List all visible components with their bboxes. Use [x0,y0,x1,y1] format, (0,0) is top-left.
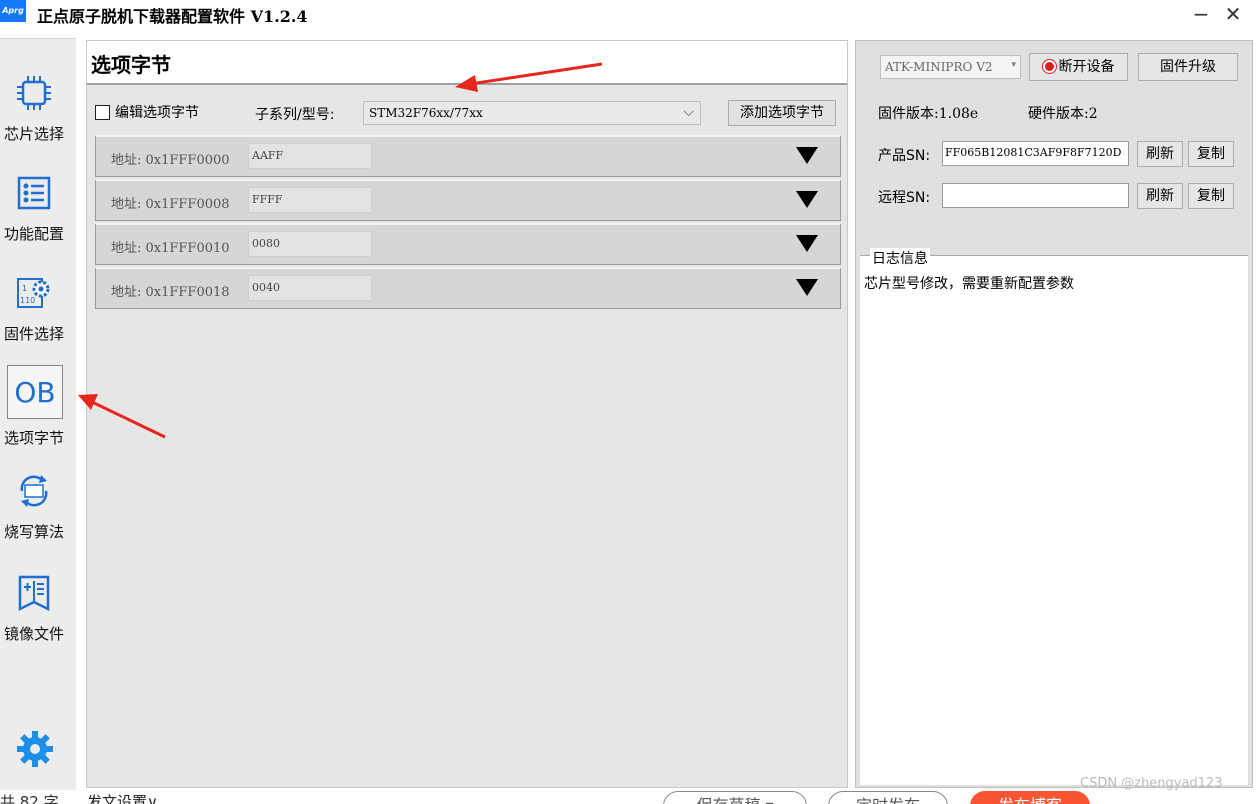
save-draft-button[interactable]: 保存草稿 ▾ [663,791,807,804]
page-title: 选项字节 [91,53,171,77]
sidebar-item-image-file[interactable]: 镜像文件 [0,573,72,663]
option-byte-address: 地址: 0x1FFF0008 [111,197,230,212]
sidebar-item-chip-select[interactable]: 芯片选择 [0,73,72,163]
svg-text:1: 1 [22,284,27,293]
copy-remote-sn-button[interactable]: 复制 [1188,183,1234,209]
image-file-icon [18,575,50,612]
option-byte-row: 地址: 0x1FFF0018 0040 [95,267,841,309]
remote-sn-field[interactable] [942,183,1129,208]
product-sn-label: 产品SN: [878,148,931,164]
blog-editor-footer: 共 82 字 发文设置∨ 保存草稿 ▾ 定时发布 发布博客 [0,790,1256,804]
chevron-down-icon: ▾ [1011,60,1016,70]
device-select-value: ATK-MINIPRO V2 [885,60,993,74]
option-byte-value-field[interactable]: AAFF [248,143,372,169]
option-byte-address: 地址: 0x1FFF0000 [111,153,230,168]
sidebar-item-function-config[interactable]: 功能配置 [0,173,72,263]
gear-icon[interactable] [15,729,55,769]
disconnect-device-label: 断开设备 [1058,59,1115,75]
model-select-value: STM32F76xx/77xx [369,106,483,120]
expand-triangle-icon[interactable] [796,279,818,296]
svg-text:110: 110 [20,296,35,305]
sidebar-item-label: 功能配置 [3,225,64,243]
device-select[interactable]: ATK-MINIPRO V2 ▾ [880,55,1021,79]
sidebar-item-label: 固件选择 [3,325,64,343]
option-byte-value-field[interactable]: 0080 [248,231,372,257]
publish-settings-link[interactable]: 发文设置∨ [87,791,158,804]
edit-option-bytes-checkbox[interactable] [95,105,110,120]
product-sn-field[interactable]: FF065B12081C3AF9F8F7120D [942,141,1129,166]
expand-triangle-icon[interactable] [796,191,818,208]
option-byte-row: 地址: 0x1FFF0000 AAFF [95,135,841,177]
sidebar-item-flash-algorithm[interactable]: 烧写算法 [0,471,72,561]
sidebar-item-label: 选项字节 [3,429,64,447]
chip-icon [17,76,51,110]
disconnect-device-button[interactable]: 断开设备 [1029,53,1128,81]
option-byte-row: 地址: 0x1FFF0008 FFFF [95,179,841,221]
option-bytes-toolbar: 编辑选项字节 子系列/型号: STM32F76xx/77xx ⌵ 添加选项字节 [87,97,847,127]
option-byte-row: 地址: 0x1FFF0010 0080 [95,223,841,265]
refresh-product-sn-button[interactable]: 刷新 [1137,141,1183,167]
firmware-version: 固件版本:1.08e [878,106,979,122]
device-panel: ATK-MINIPRO V2 ▾ 断开设备 固件升级 固件版本:1.08e 硬件… [855,40,1253,788]
remote-sn-label: 远程SN: [878,190,931,206]
option-bytes-panel: 选项字节 编辑选项字节 子系列/型号: STM32F76xx/77xx ⌵ 添加… [86,40,848,788]
sidebar-item-option-bytes[interactable]: OB 选项字节 [0,365,72,455]
panel-header: 选项字节 [87,41,847,85]
minimize-button[interactable]: − [1188,2,1214,26]
chevron-down-icon: ⌵ [683,104,694,120]
refresh-remote-sn-button[interactable]: 刷新 [1137,183,1183,209]
sidebar-item-label: 烧写算法 [3,523,64,541]
ob-icon: OB [7,365,63,419]
option-byte-value-field[interactable]: 0040 [248,275,372,301]
option-byte-address: 地址: 0x1FFF0018 [111,285,230,300]
option-byte-address: 地址: 0x1FFF0010 [111,241,230,256]
close-button[interactable]: ✕ [1220,2,1246,26]
copy-product-sn-button[interactable]: 复制 [1188,141,1234,167]
flm-refresh-icon [20,475,48,507]
title-bar: Aprg 正点原子脱机下载器配置软件 V1.2.4 − ✕ [0,0,1256,30]
log-panel: 日志信息 芯片型号修改，需要重新配置参数 [860,248,1248,785]
model-label: 子系列/型号: [255,107,335,123]
schedule-publish-button[interactable]: 定时发布 [828,791,948,804]
sidebar-item-label: 镜像文件 [3,625,64,643]
model-select[interactable]: STM32F76xx/77xx ⌵ [363,101,701,125]
log-message: 芯片型号修改，需要重新配置参数 [864,276,1074,292]
window-title: 正点原子脱机下载器配置软件 V1.2.4 [37,7,308,26]
app-logo-icon: Aprg [0,0,26,22]
sidebar: 芯片选择 功能配置 1 110 固件选择 OB 选项字节 烧写算法 镜像文件 [0,38,76,790]
log-legend: 日志信息 [870,248,930,268]
hardware-version: 硬件版本:2 [1028,106,1098,122]
watermark: CSDN @zhengyad123 [1080,776,1223,791]
expand-triangle-icon[interactable] [796,147,818,164]
expand-triangle-icon[interactable] [796,235,818,252]
option-byte-value-field[interactable]: FFFF [248,187,372,213]
firmware-gear-icon: 1 110 [17,278,50,308]
word-count: 共 82 字 [0,793,59,804]
add-option-byte-button[interactable]: 添加选项字节 [728,100,836,126]
sidebar-item-label: 芯片选择 [3,125,64,143]
firmware-upgrade-button[interactable]: 固件升级 [1138,53,1238,81]
record-indicator-icon [1042,60,1056,73]
sidebar-item-firmware-select[interactable]: 1 110 固件选择 [0,273,72,363]
publish-blog-button[interactable]: 发布博客 [970,791,1090,804]
list-config-icon [17,176,51,210]
edit-option-bytes-label[interactable]: 编辑选项字节 [115,102,199,122]
